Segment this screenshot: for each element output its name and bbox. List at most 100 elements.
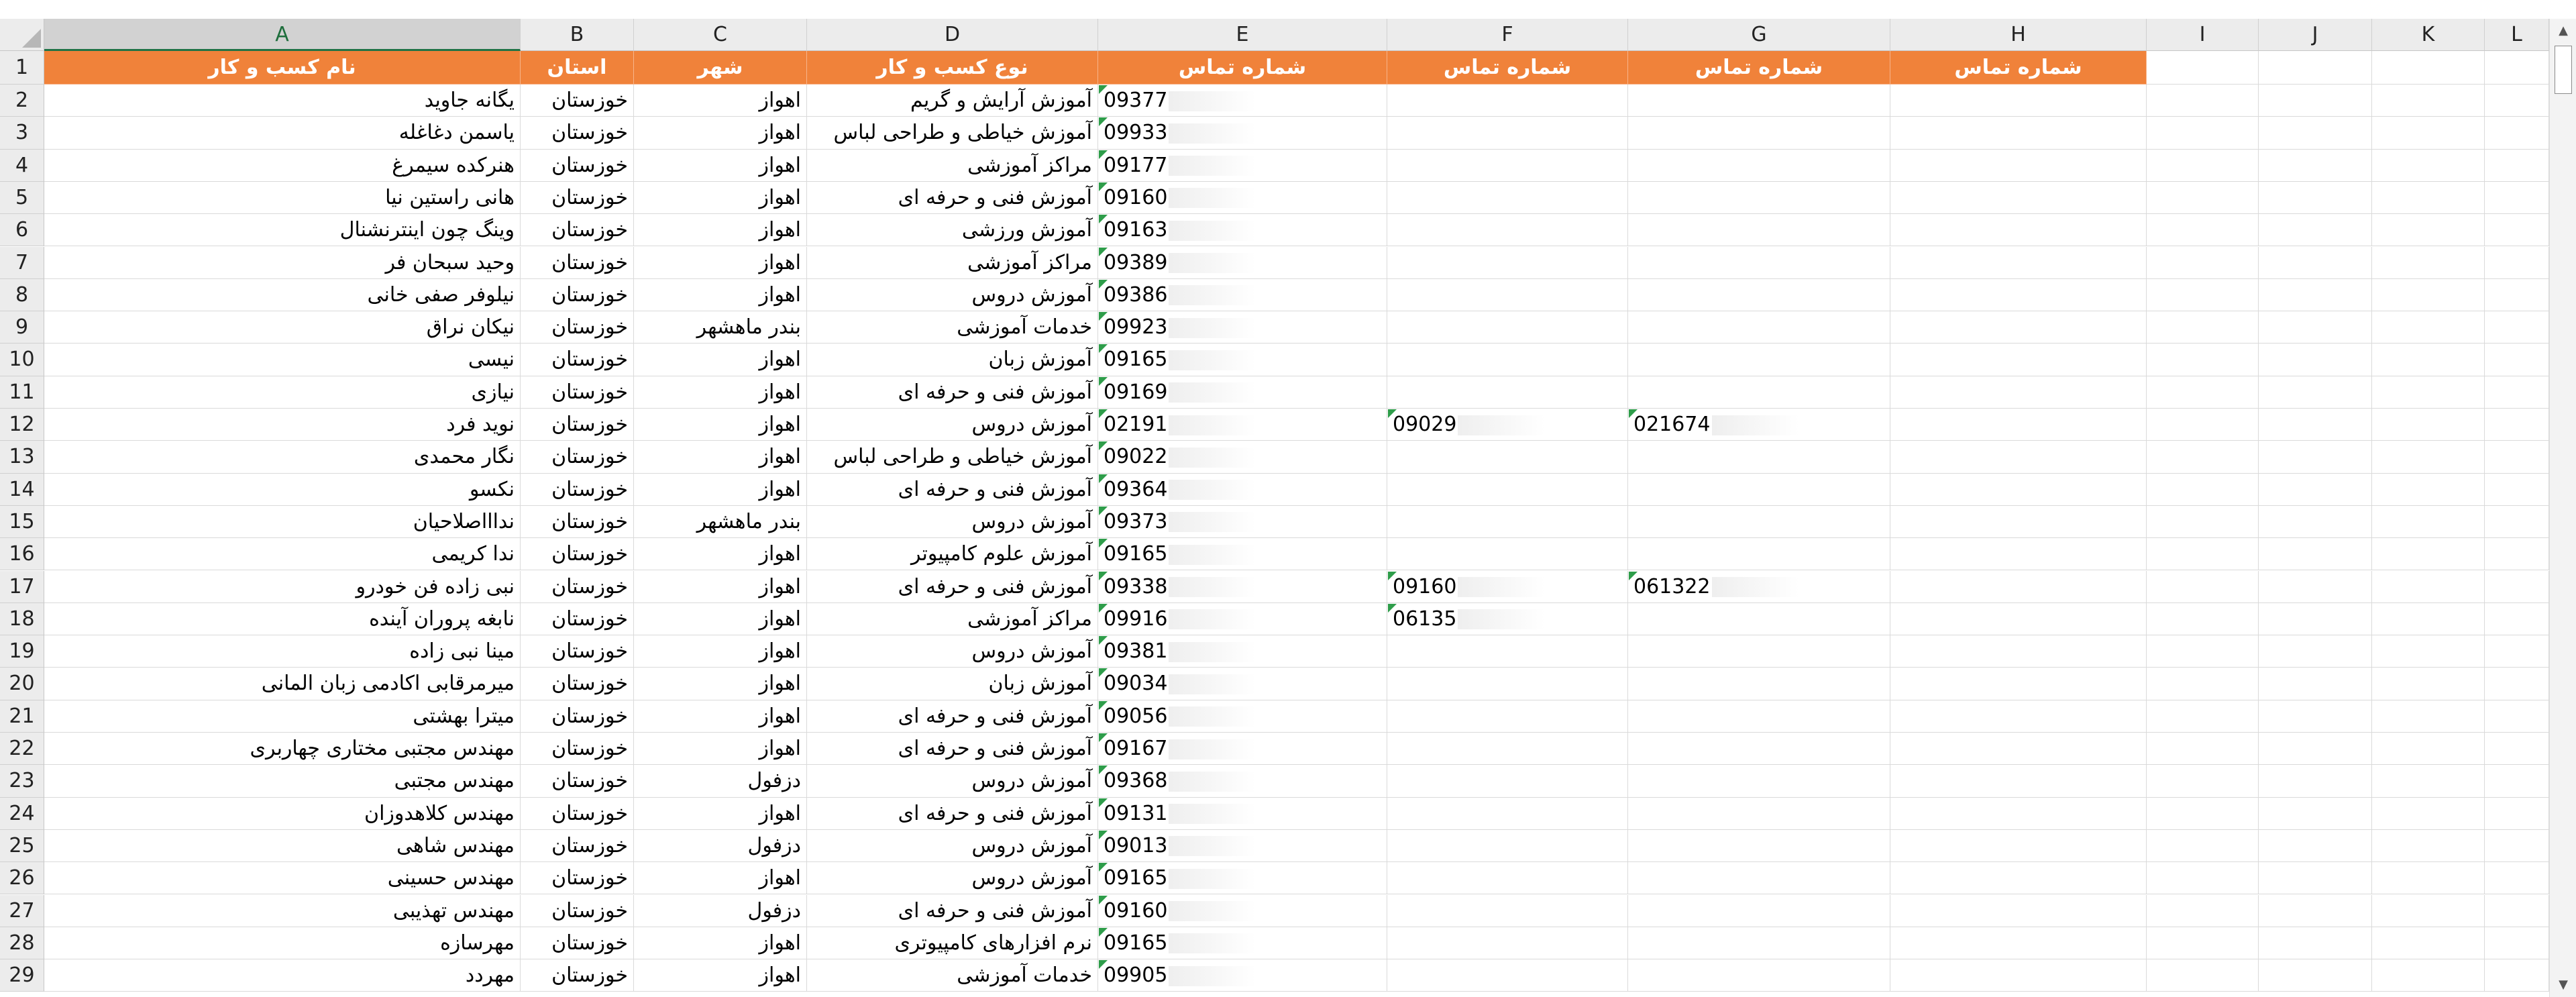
phone-cell[interactable] <box>1628 117 1890 150</box>
empty-cell[interactable] <box>2259 181 2372 215</box>
city-cell[interactable]: اهواز <box>634 278 807 312</box>
business-name-cell[interactable]: نیسی <box>44 344 521 376</box>
column-header-e[interactable]: E <box>1098 19 1387 51</box>
phone-cell[interactable] <box>1628 959 1890 992</box>
business-type-cell[interactable]: مراکز آموزشی <box>807 602 1098 636</box>
province-cell[interactable]: خوزستان <box>521 409 634 441</box>
business-name-cell[interactable]: نیکان نراق <box>44 311 521 344</box>
empty-cell[interactable] <box>2372 149 2485 182</box>
province-cell[interactable]: خوزستان <box>521 635 634 668</box>
phone-cell[interactable] <box>1387 927 1628 960</box>
header-cell-contact-2[interactable]: شماره تماس <box>1387 51 1628 85</box>
empty-cell[interactable] <box>2485 538 2549 571</box>
business-name-cell[interactable]: وحید سبحان فر <box>44 246 521 279</box>
business-type-cell[interactable]: مراکز آموزشی <box>807 149 1098 182</box>
phone-cell[interactable]: 09364 <box>1098 473 1387 506</box>
phone-cell[interactable]: 09905 <box>1098 959 1387 992</box>
city-cell[interactable]: اهواز <box>634 441 807 474</box>
empty-cell[interactable] <box>2147 602 2259 636</box>
empty-cell[interactable] <box>2147 214 2259 247</box>
phone-cell[interactable] <box>1387 505 1628 539</box>
empty-cell[interactable] <box>2147 246 2259 279</box>
empty-cell[interactable] <box>2485 862 2549 895</box>
empty-cell[interactable] <box>2372 797 2485 830</box>
business-type-cell[interactable]: آموزش فنی و حرفه ای <box>807 376 1098 409</box>
empty-cell[interactable] <box>2485 278 2549 312</box>
empty-cell[interactable] <box>2485 181 2549 215</box>
empty-cell[interactable] <box>2147 894 2259 927</box>
city-cell[interactable]: اهواز <box>634 862 807 895</box>
province-cell[interactable]: خوزستان <box>521 441 634 474</box>
phone-cell[interactable] <box>1628 181 1890 215</box>
column-header-f[interactable]: F <box>1387 19 1628 51</box>
empty-cell[interactable] <box>2372 505 2485 539</box>
empty-cell[interactable] <box>2372 117 2485 150</box>
phone-cell[interactable] <box>1387 149 1628 182</box>
empty-cell[interactable] <box>2485 733 2549 766</box>
empty-cell[interactable] <box>2372 311 2485 344</box>
phone-cell[interactable] <box>1387 311 1628 344</box>
phone-cell[interactable]: 09377 <box>1098 85 1387 117</box>
empty-cell[interactable] <box>2372 829 2485 863</box>
empty-cell[interactable] <box>2259 311 2372 344</box>
phone-cell[interactable]: 061322 <box>1628 570 1890 603</box>
city-cell[interactable]: دزفول <box>634 765 807 798</box>
city-cell[interactable]: اهواز <box>634 668 807 700</box>
phone-cell[interactable]: 09013 <box>1098 829 1387 863</box>
empty-cell[interactable] <box>2147 441 2259 474</box>
city-cell[interactable]: اهواز <box>634 181 807 215</box>
phone-cell[interactable]: 09160 <box>1098 894 1387 927</box>
phone-cell[interactable] <box>1628 797 1890 830</box>
business-name-cell[interactable]: مهندس تهذیبی <box>44 894 521 927</box>
phone-cell[interactable]: 09034 <box>1098 668 1387 700</box>
business-name-cell[interactable]: وینگ چون اینترنشنال <box>44 214 521 247</box>
phone-cell[interactable]: 09165 <box>1098 927 1387 960</box>
business-name-cell[interactable]: نیازی <box>44 376 521 409</box>
column-header-k[interactable]: K <box>2372 19 2485 51</box>
business-type-cell[interactable]: آموزش خیاطی و طراحی لباس <box>807 441 1098 474</box>
empty-cell[interactable] <box>2372 85 2485 117</box>
province-cell[interactable]: خوزستان <box>521 829 634 863</box>
phone-cell[interactable] <box>1387 829 1628 863</box>
phone-cell[interactable]: 09022 <box>1098 441 1387 474</box>
empty-cell[interactable] <box>1890 602 2147 636</box>
empty-cell[interactable] <box>2372 246 2485 279</box>
phone-cell[interactable]: 09386 <box>1098 278 1387 312</box>
empty-cell[interactable] <box>2485 635 2549 668</box>
phone-cell[interactable] <box>1628 602 1890 636</box>
empty-cell[interactable] <box>1890 733 2147 766</box>
business-type-cell[interactable]: آموزش دروس <box>807 862 1098 895</box>
phone-cell[interactable]: 09163 <box>1098 214 1387 247</box>
phone-cell[interactable] <box>1628 344 1890 376</box>
empty-cell[interactable] <box>2147 765 2259 798</box>
empty-cell[interactable] <box>2485 959 2549 992</box>
empty-cell[interactable] <box>1890 570 2147 603</box>
empty-cell[interactable] <box>2372 733 2485 766</box>
empty-cell[interactable] <box>1890 927 2147 960</box>
city-cell[interactable]: اهواز <box>634 927 807 960</box>
row-header[interactable]: 23 <box>0 765 44 798</box>
phone-cell[interactable]: 09167 <box>1098 733 1387 766</box>
city-cell[interactable]: اهواز <box>634 409 807 441</box>
row-header[interactable]: 27 <box>0 894 44 927</box>
empty-cell[interactable] <box>2485 246 2549 279</box>
empty-cell[interactable] <box>2372 376 2485 409</box>
phone-cell[interactable] <box>1628 376 1890 409</box>
row-header[interactable]: 6 <box>0 214 44 247</box>
phone-cell[interactable]: 09165 <box>1098 344 1387 376</box>
column-header-j[interactable]: J <box>2259 19 2372 51</box>
empty-cell[interactable] <box>2259 829 2372 863</box>
business-type-cell[interactable]: نرم افزارهای کامپیوتری <box>807 927 1098 960</box>
empty-cell[interactable] <box>2147 927 2259 960</box>
province-cell[interactable]: خوزستان <box>521 505 634 539</box>
empty-cell[interactable] <box>2485 797 2549 830</box>
phone-cell[interactable] <box>1387 376 1628 409</box>
empty-cell[interactable] <box>2372 278 2485 312</box>
province-cell[interactable]: خوزستان <box>521 733 634 766</box>
scroll-up-arrow-icon[interactable]: ▲ <box>2550 19 2576 43</box>
business-type-cell[interactable]: مراکز آموزشی <box>807 246 1098 279</box>
province-cell[interactable]: خوزستان <box>521 959 634 992</box>
phone-cell[interactable] <box>1628 733 1890 766</box>
phone-cell[interactable] <box>1387 765 1628 798</box>
empty-cell[interactable] <box>2259 376 2372 409</box>
